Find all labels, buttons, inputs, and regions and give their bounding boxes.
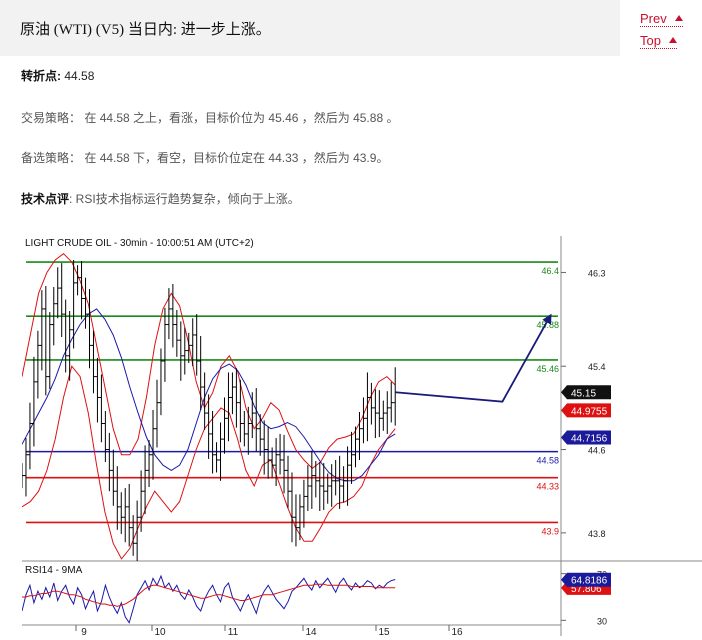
candle [305,465,310,511]
candle [373,389,378,439]
x-tick-label: 9 [81,627,87,638]
y-tick-label: 44.6 [588,446,606,456]
candle [230,372,235,415]
candle [147,440,152,488]
rsi-line [22,574,396,624]
candle [329,464,334,507]
candle [63,299,68,373]
rsi-y-tick-label: 30 [597,616,607,626]
candle [99,374,104,443]
candle [91,330,96,394]
candle [178,321,183,381]
last-price-tag: 45.15 [561,385,611,400]
candle [154,379,159,448]
upper-band-tag-text: 44.9755 [571,406,608,417]
ma-tag-text: 44.7156 [571,434,608,445]
x-tick-label: 14 [305,627,317,638]
level-label: 46.4 [541,266,559,276]
x-tick-label: 16 [451,627,463,638]
candle [222,397,227,454]
candle [321,463,326,510]
x-tick-label: 10 [154,627,166,638]
candle [357,412,362,460]
candle [293,494,298,547]
candle [123,488,128,543]
candle [119,492,124,534]
level-label: 45.46 [536,364,559,374]
candle [234,368,239,428]
candle [23,438,28,497]
candle [262,420,267,475]
upper-band-tag: 44.9755 [561,403,611,418]
candle [297,494,302,541]
candle [341,466,346,503]
candle [349,431,354,484]
rsi-tag: 64.8186 [561,572,611,587]
candle [246,406,251,455]
ma-tag: 44.7156 [561,430,611,445]
candle [309,450,314,509]
candle [83,277,88,329]
candle [301,479,306,528]
candle [71,259,76,349]
candle [242,411,247,447]
candle [206,394,211,459]
candle [35,330,40,399]
chart-title: LIGHT CRUDE OIL - 30min - 10:00:51 AM (U… [25,238,254,249]
candle [317,462,322,511]
price-chart: LIGHT CRUDE OIL - 30min - 10:00:51 AM (U… [22,236,702,638]
candle [151,409,156,480]
candle [27,402,32,470]
level-label: 43.9 [541,526,559,536]
candle [115,466,120,530]
level-label: 44.58 [536,456,559,466]
candle [289,472,294,543]
rsi-tag-text: 64.8186 [571,576,608,587]
x-tick-label: 11 [228,627,239,638]
candle [377,390,382,438]
candle [43,286,48,396]
y-tick-label: 46.3 [588,268,606,278]
candle [107,432,112,492]
last-price-tag-text: 45.15 [571,388,596,399]
candle [158,348,163,416]
rsi-title: RSI14 - 9MA [25,565,83,576]
candle [361,397,366,444]
candle [250,392,255,439]
y-tick-label: 45.4 [588,362,606,372]
candle [47,312,52,390]
candle [286,455,291,508]
candle [278,433,283,475]
candle [95,357,100,423]
candle [389,381,394,423]
candle [365,372,370,442]
candle [226,372,231,442]
candle [381,400,386,431]
candle [87,289,92,369]
candle [55,267,60,319]
candle [393,367,398,426]
candle [194,314,199,376]
candle [59,263,64,338]
candle [385,391,390,434]
candle [266,426,271,479]
candle [143,445,148,515]
candle [31,356,36,447]
candle [22,463,24,489]
candle [103,411,108,463]
candle [75,265,80,296]
x-tick-label: 15 [378,627,390,638]
candle [162,307,167,382]
candle [214,442,219,473]
candle [345,446,350,506]
candle [254,388,259,452]
y-tick-label: 43.8 [588,529,606,539]
candle [369,382,374,425]
candle [39,290,44,371]
candle [127,483,132,547]
candle [337,455,342,509]
level-label: 44.33 [536,482,559,492]
projection-arrow [395,313,552,403]
candle [282,434,287,494]
